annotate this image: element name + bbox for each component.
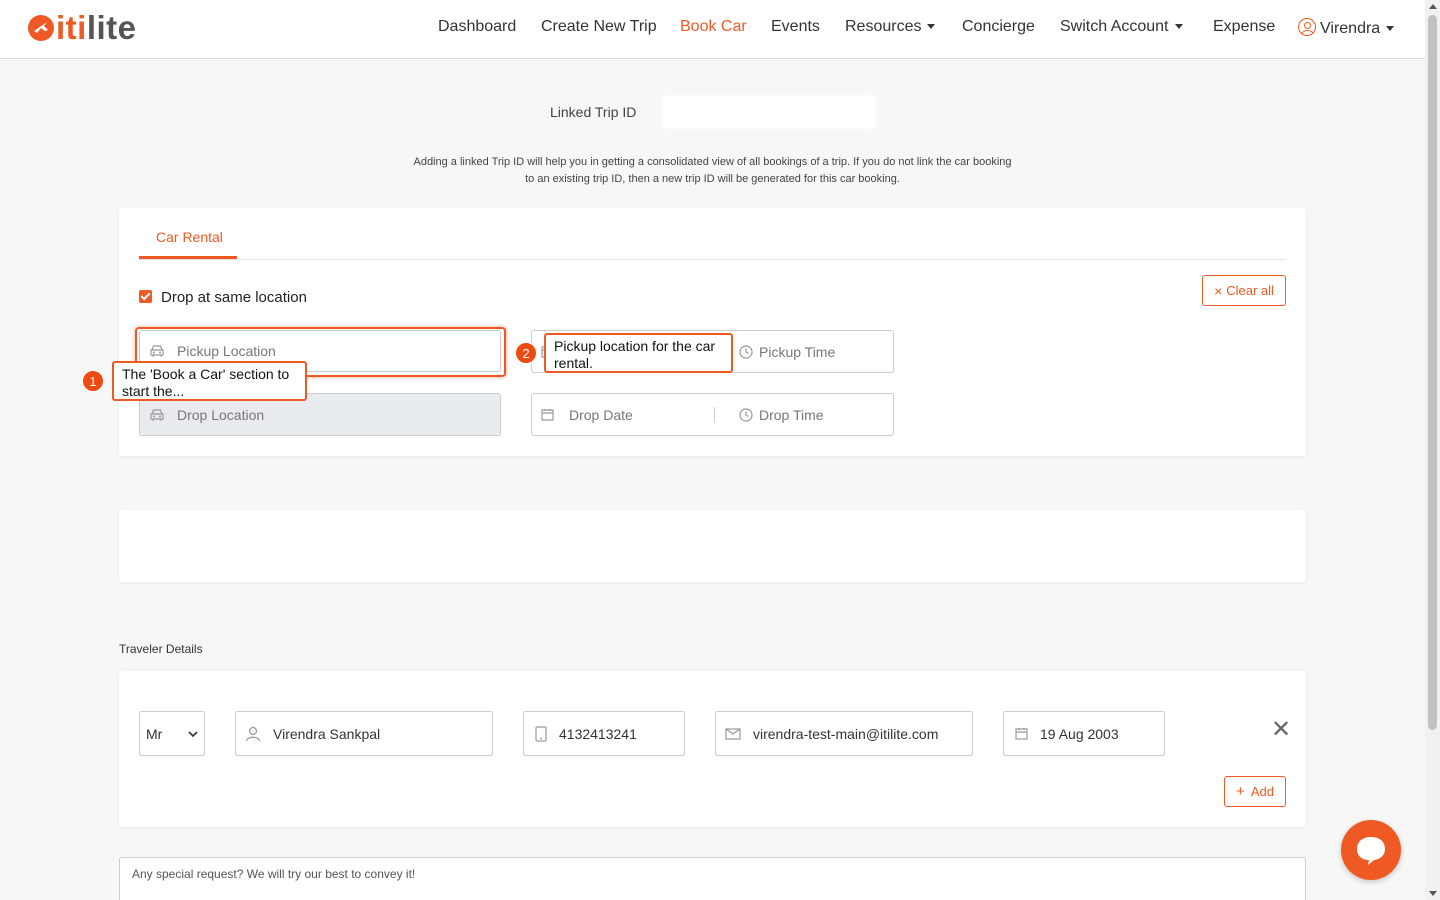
linked-trip-note: Adding a linked Trip ID will help you in…	[400, 154, 1025, 188]
step-badge-2: 2	[515, 342, 537, 364]
clock-icon	[739, 407, 753, 422]
add-traveler-label: Add	[1250, 784, 1274, 799]
car-icon	[149, 408, 165, 422]
traveler-name-field[interactable]: Virendra Sankpal	[235, 711, 493, 756]
traveler-email-value: virendra-test-main@itilite.com	[753, 725, 939, 742]
logo-wordmark: itilite	[56, 11, 137, 44]
nav-create-new-trip[interactable]: Create New Trip	[541, 18, 657, 36]
drop-time-placeholder[interactable]: Drop Time	[759, 407, 824, 423]
person-icon	[245, 726, 261, 742]
nav-concierge[interactable]: Concierge	[962, 18, 1035, 36]
scroll-down-arrow-icon[interactable]	[1429, 891, 1437, 896]
user-avatar-icon	[1298, 18, 1316, 36]
plane-logo-icon	[28, 15, 54, 41]
nav-events[interactable]: Events	[771, 18, 820, 36]
linked-trip-note-line-1: Adding a linked Trip ID will help you in…	[413, 156, 1012, 168]
top-navbar: itilite Dashboard Create New Trip Book C…	[0, 0, 1425, 59]
tab-divider	[139, 259, 1286, 260]
chevron-down-icon	[1386, 26, 1395, 32]
traveler-phone-field[interactable]: 4132413241	[523, 711, 685, 756]
empty-card	[119, 510, 1306, 582]
traveler-name-value: Virendra Sankpal	[273, 725, 381, 742]
drop-same-location-label[interactable]: Drop at same location	[161, 289, 307, 306]
step-tooltip-1: The 'Book a Car' section to start the...	[112, 361, 307, 401]
nav-expense[interactable]: Expense	[1213, 18, 1275, 36]
clear-all-label: Clear all	[1226, 283, 1274, 298]
nav-resources[interactable]: Resources	[845, 18, 936, 36]
traveler-title-select[interactable]: Mr	[139, 711, 205, 756]
plus-icon: +	[1236, 783, 1245, 800]
linked-trip-label: Linked Trip ID	[550, 104, 637, 120]
chevron-down-icon	[188, 730, 198, 737]
remove-traveler-close-icon[interactable]: ✕	[1271, 718, 1291, 742]
logo-text-lite: lite	[86, 9, 137, 46]
nav-switch-account-label: Switch Account	[1060, 18, 1169, 35]
chevron-down-icon	[927, 24, 936, 30]
chat-bubble-icon	[1357, 837, 1385, 865]
user-name: Virendra	[1320, 20, 1381, 37]
close-icon: ×	[1214, 282, 1223, 299]
linked-trip-note-line-2: to an existing trip ID, then a new trip …	[525, 173, 900, 185]
field-divider	[714, 407, 715, 423]
chat-widget-button[interactable]	[1341, 820, 1401, 880]
traveler-dob-value: 19 Aug 2003	[1040, 725, 1119, 742]
clock-icon	[739, 344, 753, 359]
chevron-down-icon	[1174, 24, 1183, 30]
drop-same-location-checkbox[interactable]	[139, 290, 152, 303]
drop-location-placeholder: Drop Location	[177, 406, 265, 423]
itilite-logo[interactable]: itilite	[28, 11, 137, 44]
traveler-phone-value: 4132413241	[559, 725, 637, 742]
mail-icon	[725, 727, 741, 740]
traveler-dob-field[interactable]: 19 Aug 2003	[1003, 711, 1165, 756]
clear-all-button[interactable]: × Clear all	[1202, 275, 1286, 306]
step-badge-1: 1	[82, 370, 104, 392]
tab-car-rental[interactable]: Car Rental	[156, 229, 223, 245]
nav-switch-account[interactable]: Switch Account	[1060, 18, 1183, 36]
nav-dashboard[interactable]: Dashboard	[438, 18, 516, 36]
calendar-icon	[1015, 727, 1028, 740]
calendar-icon	[541, 408, 554, 421]
drop-date-placeholder[interactable]: Drop Date	[569, 407, 633, 423]
traveler-email-field[interactable]: virendra-test-main@itilite.com	[715, 711, 973, 756]
traveler-title-value: Mr	[146, 725, 163, 742]
scroll-up-arrow-icon[interactable]	[1429, 4, 1437, 9]
nav-user-menu[interactable]: Virendra	[1298, 18, 1395, 38]
page-scrollbar[interactable]	[1425, 0, 1440, 900]
step-tooltip-2: Pickup location for the car rental.	[544, 333, 733, 373]
drop-datetime-field[interactable]: Drop Date Drop Time	[531, 393, 894, 436]
mobile-phone-icon	[535, 725, 547, 742]
special-request-textarea[interactable]: Any special request? We will try our bes…	[119, 857, 1306, 900]
pickup-time-placeholder[interactable]: Pickup Time	[759, 344, 835, 360]
add-traveler-button[interactable]: + Add	[1224, 776, 1286, 807]
nav-book-car[interactable]: Book Car	[680, 18, 747, 36]
scroll-thumb[interactable]	[1428, 15, 1437, 730]
linked-trip-input[interactable]	[663, 96, 875, 128]
traveler-details-heading: Traveler Details	[119, 642, 203, 656]
logo-text-iti: iti	[56, 9, 87, 46]
nav-resources-label: Resources	[845, 18, 922, 35]
